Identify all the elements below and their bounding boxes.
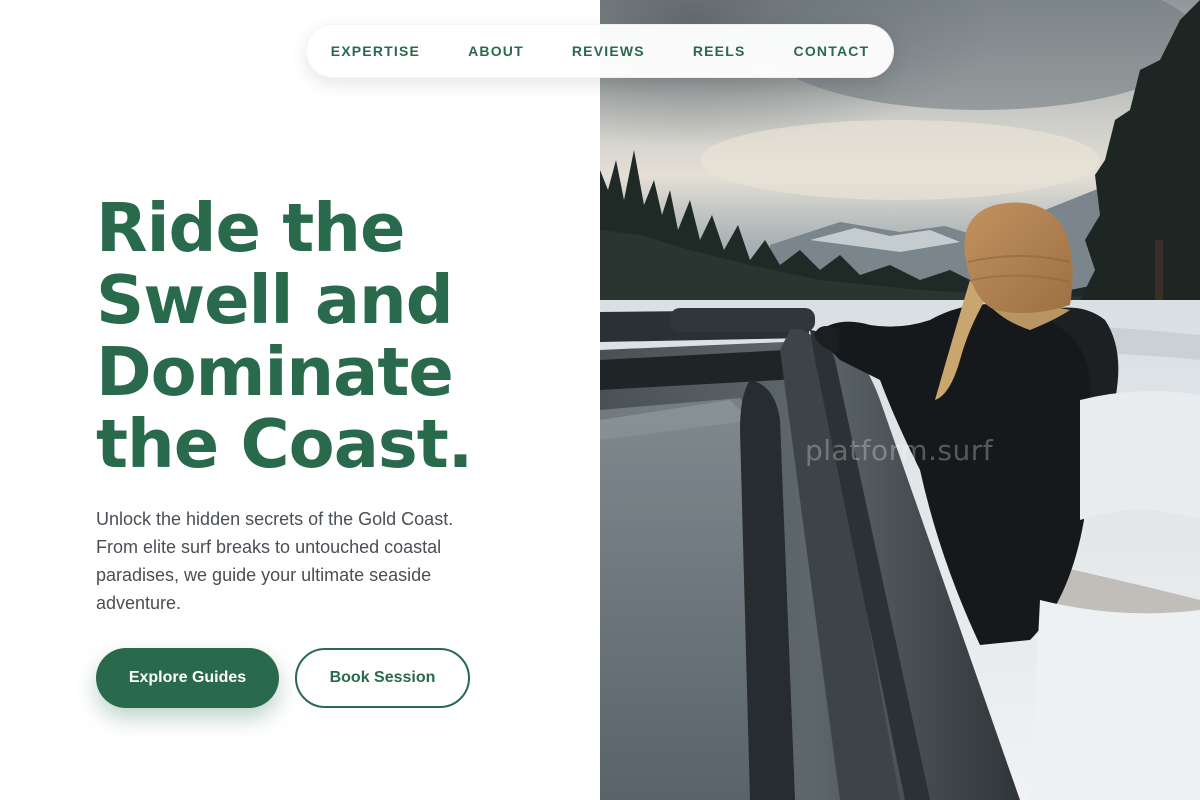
- book-session-button[interactable]: Book Session: [295, 648, 470, 708]
- headline-line: Ride the: [96, 189, 405, 267]
- nav-link-contact[interactable]: CONTACT: [794, 43, 870, 59]
- headline-line: Swell and: [96, 261, 454, 339]
- hero-left-panel: Ride the Swell and Dominate the Coast. U…: [0, 0, 600, 800]
- nav-link-about[interactable]: ABOUT: [468, 43, 524, 59]
- explore-guides-button[interactable]: Explore Guides: [96, 648, 279, 708]
- photo-watermark: platform.surf: [805, 434, 994, 467]
- hero-photo: [600, 0, 1200, 800]
- top-navigation: EXPERTISE ABOUT REVIEWS REELS CONTACT: [306, 24, 894, 78]
- headline-line: the Coast.: [96, 405, 473, 483]
- hero-description: Unlock the hidden secrets of the Gold Co…: [96, 509, 454, 613]
- hero-headline: Ride the Swell and Dominate the Coast.: [96, 192, 566, 480]
- snowy-forest-car-photo: [600, 0, 1200, 800]
- nav-link-reels[interactable]: REELS: [693, 43, 746, 59]
- nav-link-expertise[interactable]: EXPERTISE: [331, 43, 420, 59]
- nav-link-reviews[interactable]: REVIEWS: [572, 43, 645, 59]
- headline-line: Dominate: [96, 333, 454, 411]
